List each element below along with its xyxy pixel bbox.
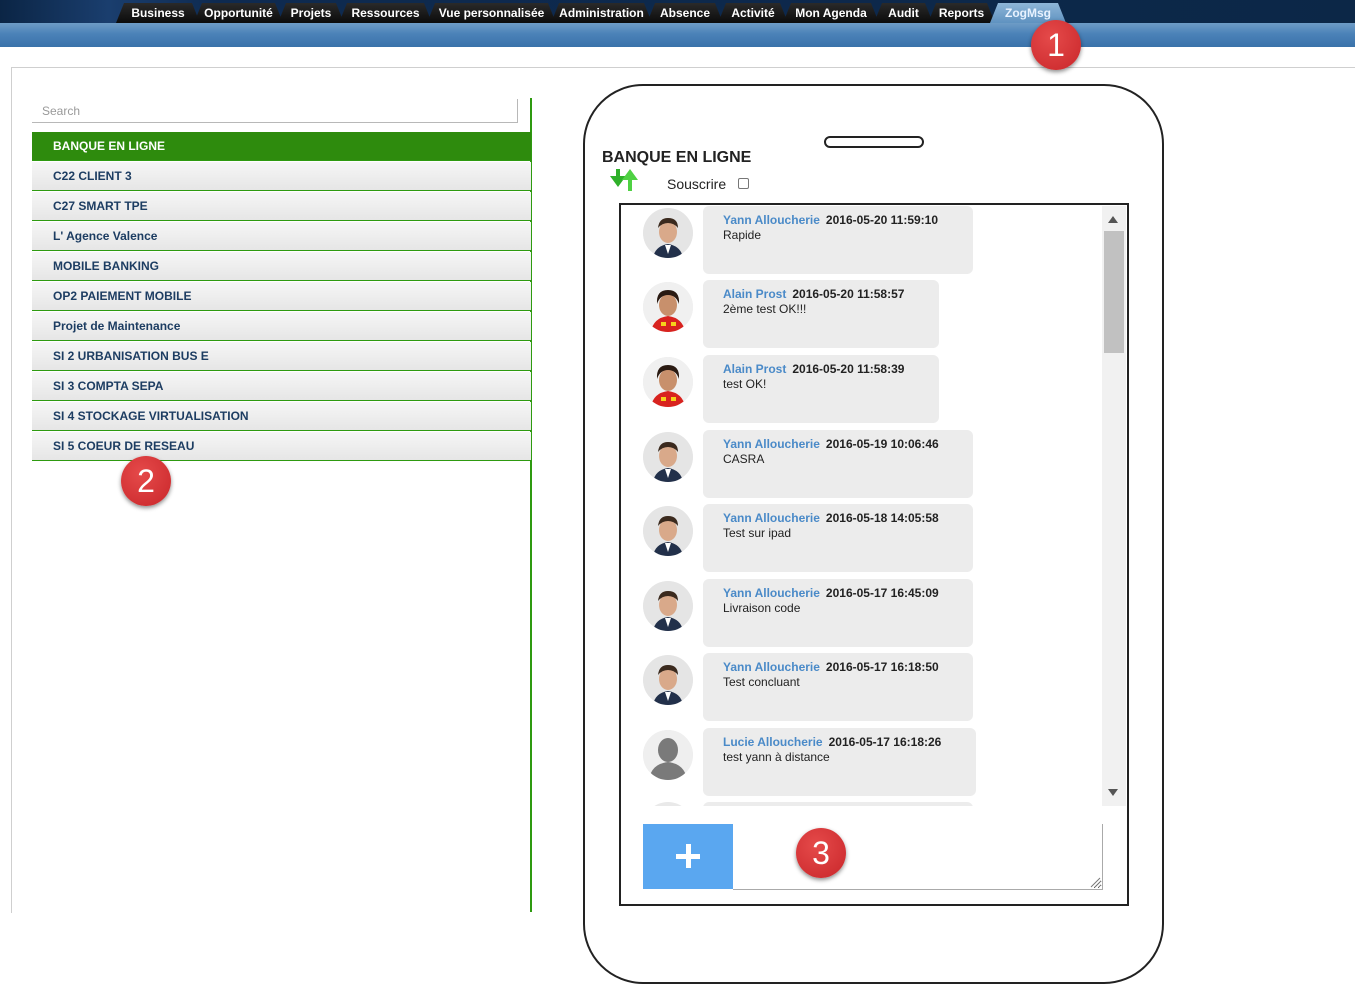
project-item-si3-compta-sepa[interactable]: SI 3 COMPTA SEPA (32, 372, 531, 401)
search-input[interactable] (32, 99, 518, 123)
message-author[interactable]: Alain Prost (723, 287, 786, 301)
message-text: Test concluant (723, 675, 800, 689)
message-timestamp: 2016-05-20 11:58:57 (792, 287, 905, 301)
subscribe-checkbox[interactable] (738, 178, 749, 189)
project-item-op2-paiement-mobile[interactable]: OP2 PAIEMENT MOBILE (32, 282, 531, 311)
project-item-mobile-banking[interactable]: MOBILE BANKING (32, 252, 531, 281)
sub-nav-bar (0, 23, 1355, 47)
project-item-si2-urbanisation[interactable]: SI 2 URBANISATION BUS E (32, 342, 531, 371)
message-bubble: Yann Alloucherie 2016-05-18 14:05:58 Test… (703, 504, 973, 572)
message-author[interactable]: Yann Alloucherie (723, 511, 820, 525)
avatar (643, 506, 693, 556)
scroll-down-arrow-icon[interactable] (1108, 789, 1118, 796)
message-author[interactable]: Alain Prost (723, 362, 786, 376)
message-timestamp: 2016-05-20 11:59:10 (825, 213, 939, 227)
tab-reports[interactable]: Reports (928, 3, 995, 23)
message-author[interactable]: Yann Alloucherie (723, 660, 820, 674)
callout-2: 2 (121, 456, 171, 506)
add-message-button[interactable] (643, 824, 733, 889)
message-text: test OK! (723, 377, 767, 391)
message-timestamp: 2016-05-20 11:58:39 (792, 362, 905, 376)
project-item-agence-valence[interactable]: L' Agence Valence (32, 222, 531, 251)
project-item-si4-stockage[interactable]: SI 4 STOCKAGE VIRTUALISATION (32, 402, 531, 431)
subscribe-label: Souscrire (667, 176, 727, 192)
project-item-projet-maintenance[interactable]: Projet de Maintenance (32, 312, 531, 341)
message-timestamp: 2016-05-19 10:06:46 (825, 437, 939, 451)
avatar (643, 655, 693, 705)
project-item-c27-smart-tpe[interactable]: C27 SMART TPE (32, 192, 531, 221)
avatar (643, 730, 693, 780)
project-item-c22-client-3[interactable]: C22 CLIENT 3 (32, 162, 531, 191)
avatar (643, 208, 693, 258)
message-text: CASRA (723, 452, 765, 466)
message-timestamp: 2016-05-18 14:05:58 (825, 511, 939, 525)
message-bubble: Alain Prost 2016-05-20 11:58:39 test OK! (703, 355, 939, 423)
callout-3: 3 (796, 828, 846, 878)
tab-projets[interactable]: Projets (278, 3, 344, 23)
message-timestamp: 2016-05-17 16:45:09 (825, 586, 939, 600)
message-timestamp: 2016-05-17 16:18:50 (825, 660, 939, 674)
message-text: Livraison code (723, 601, 801, 615)
tab-audit[interactable]: Audit (874, 3, 933, 23)
tab-absence[interactable]: Absence (647, 3, 723, 23)
resize-grip-icon[interactable] (1089, 876, 1101, 888)
project-list: BANQUE EN LIGNE C22 CLIENT 3 C27 SMART T… (32, 132, 531, 462)
avatar (643, 581, 693, 631)
avatar (643, 282, 693, 332)
project-item-banque-en-ligne[interactable]: BANQUE EN LIGNE (32, 132, 531, 161)
message-text: Rapide (723, 228, 762, 242)
message-timestamp: 2016-05-17 16:18:26 (828, 735, 942, 749)
message-bubble: Alain Prost 2016-05-20 11:58:57 2ème test… (703, 280, 939, 348)
message-author[interactable]: Yann Alloucherie (723, 586, 820, 600)
message-bubble: Yann Alloucherie 2016-05-19 10:06:46 CASR… (703, 430, 973, 498)
message-bubble: Yann Alloucherie 2016-05-20 11:59:10 Rapi… (703, 206, 973, 274)
tab-vue-personnalisee[interactable]: Vue personnalisée (427, 3, 556, 23)
tab-ressources[interactable]: Ressources (339, 3, 432, 23)
message-author[interactable]: Yann Alloucherie (723, 437, 820, 451)
top-nav-bar: Business Opportunité Projets Ressources … (0, 0, 1355, 23)
scrollbar-thumb[interactable] (1104, 231, 1124, 353)
avatar (643, 357, 693, 407)
plus-icon (686, 844, 691, 868)
channel-title: BANQUE EN LIGNE (602, 149, 752, 166)
message-input[interactable] (733, 824, 1103, 890)
message-bubble: Yann Alloucherie 2016-05-17 16:18:50 Test… (703, 653, 973, 721)
avatar (643, 432, 693, 482)
message-text: Test sur ipad (723, 526, 792, 540)
message-bubble (703, 802, 973, 806)
message-bubble: Yann Alloucherie 2016-05-17 16:45:09 Livr… (703, 579, 973, 647)
project-item-si5-coeur-reseau[interactable]: SI 5 COEUR DE RESEAU (32, 432, 531, 461)
message-text: 2ème test OK!!! (723, 302, 807, 316)
tab-activite[interactable]: Activité (718, 3, 788, 23)
tab-opportunite[interactable]: Opportunité (194, 3, 283, 23)
tab-mon-agenda[interactable]: Mon Agenda (783, 3, 879, 23)
avatar (643, 802, 693, 806)
phone-speaker (824, 136, 924, 148)
scroll-up-arrow-icon[interactable] (1108, 216, 1118, 223)
message-author[interactable]: Lucie Alloucherie (723, 735, 823, 749)
sort-arrows-icon[interactable] (607, 167, 641, 193)
message-text: test yann à distance (723, 750, 830, 764)
callout-1: 1 (1031, 20, 1081, 70)
message-bubble: Lucie Alloucherie 2016-05-17 16:18:26 tes… (703, 728, 976, 796)
message-author[interactable]: Yann Alloucherie (723, 213, 820, 227)
message-list[interactable]: Yann Alloucherie 2016-05-20 11:59:10 Rapi… (622, 206, 1102, 806)
tab-administration[interactable]: Administration (551, 3, 652, 23)
tab-business[interactable]: Business (116, 3, 200, 23)
